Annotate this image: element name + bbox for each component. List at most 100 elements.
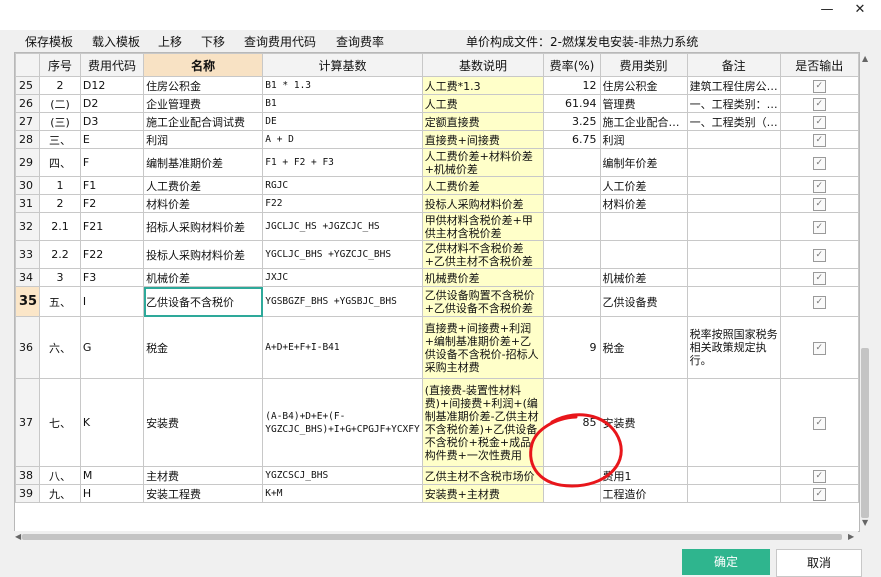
name-cell[interactable]: 施工企业配合调试费	[143, 112, 264, 131]
note-cell[interactable]	[686, 148, 781, 177]
name-cell[interactable]: 乙供设备不含税价	[143, 286, 264, 317]
output-cell[interactable]: ✓	[779, 76, 859, 95]
fee-category-cell[interactable]: 安装费	[599, 378, 688, 467]
fee-category-cell[interactable]: 材料价差	[599, 194, 688, 213]
seq-cell[interactable]: 三、	[39, 130, 81, 149]
fee-category-cell[interactable]: 机械价差	[599, 268, 688, 287]
table-row[interactable]: 31 2 F2 材料价差 F22 投标人采购材料价差 材料价差 ✓	[15, 194, 859, 213]
name-cell[interactable]: 主材费	[143, 466, 264, 485]
output-checkbox[interactable]: ✓	[812, 80, 826, 93]
header-base-desc[interactable]: 基数说明	[421, 53, 545, 77]
output-cell[interactable]: ✓	[779, 176, 859, 195]
scroll-right-icon[interactable]: ▶	[848, 532, 854, 541]
table-row[interactable]: 27 (三) D3 施工企业配合调试费 DE 定额直接费 3.25 施工企业配合… 一、工程类别…	[15, 112, 859, 131]
output-checkbox[interactable]: ✓	[812, 98, 826, 111]
rate-cell[interactable]: 3.25	[543, 112, 601, 131]
note-cell[interactable]	[686, 484, 781, 503]
load-template-button[interactable]: 载入模板	[92, 33, 140, 50]
output-checkbox[interactable]: ✓	[812, 198, 826, 211]
table-row[interactable]: 32 2.1 F21 招标人采购材料价差 JGCLJC_HS +JGZCJC_HS 甲供材…	[15, 212, 859, 241]
name-cell[interactable]: 企业管理费	[143, 94, 264, 113]
fee-category-cell[interactable]: 税金	[599, 316, 688, 379]
output-checkbox[interactable]: ✓	[812, 342, 826, 355]
output-checkbox[interactable]: ✓	[812, 180, 826, 193]
name-cell[interactable]: 材料价差	[143, 194, 264, 213]
seq-cell[interactable]: 八、	[39, 466, 81, 485]
calc-base-cell[interactable]: YGCLJC_BHS +YGZCJC_BHS	[262, 240, 423, 269]
seq-cell[interactable]: (三)	[39, 112, 81, 131]
horizontal-scroll-thumb[interactable]	[22, 534, 842, 540]
rate-cell[interactable]	[543, 268, 601, 287]
table-row[interactable]: 35 五、 I 乙供设备不含税价 YGSBGZF_BHS +YGSBJC_BHS 乙供设备…	[15, 286, 859, 317]
name-cell[interactable]: 编制基准期价差	[143, 148, 264, 177]
fee-code-cell[interactable]: D12	[79, 76, 145, 95]
calc-base-cell[interactable]: (A-B4)+D+E+(F-YGZCJC_BHS)+I+G+CPGJF+YCXF…	[262, 378, 423, 467]
fee-category-cell[interactable]	[599, 212, 688, 241]
name-cell[interactable]: 机械价差	[143, 268, 264, 287]
seq-cell[interactable]: 五、	[39, 286, 81, 317]
output-cell[interactable]: ✓	[779, 466, 859, 485]
rate-cell[interactable]: 9	[543, 316, 601, 379]
output-checkbox[interactable]: ✓	[812, 157, 826, 170]
output-cell[interactable]: ✓	[779, 484, 859, 503]
rate-cell[interactable]: 12	[543, 76, 601, 95]
header-fee-code[interactable]: 费用代码	[79, 53, 145, 77]
calc-base-cell[interactable]: A + D	[262, 130, 423, 149]
note-cell[interactable]: 一、工程类别：…	[686, 94, 781, 113]
seq-cell[interactable]: 2.1	[39, 212, 81, 241]
fee-category-cell[interactable]: 费用1	[599, 466, 688, 485]
seq-cell[interactable]: 六、	[39, 316, 81, 379]
calc-base-cell[interactable]: A+D+E+F+I-B41	[262, 316, 423, 379]
header-seq[interactable]: 序号	[39, 53, 81, 77]
scroll-up-icon[interactable]: ▲	[862, 54, 868, 63]
rate-cell[interactable]	[543, 148, 601, 177]
calc-base-cell[interactable]: RGJC	[262, 176, 423, 195]
fee-code-cell[interactable]: F3	[79, 268, 145, 287]
output-cell[interactable]: ✓	[779, 112, 859, 131]
note-cell[interactable]	[686, 240, 781, 269]
scroll-down-icon[interactable]: ▼	[862, 518, 868, 527]
table-row[interactable]: 28 三、 E 利润 A + D 直接费+间接费 6.75 利润 ✓	[15, 130, 859, 149]
table-row[interactable]: 30 1 F1 人工费价差 RGJC 人工费价差 人工价差 ✓	[15, 176, 859, 195]
note-cell[interactable]	[686, 378, 781, 467]
fee-category-cell[interactable]: 编制年价差	[599, 148, 688, 177]
seq-cell[interactable]: 2	[39, 194, 81, 213]
output-checkbox[interactable]: ✓	[812, 470, 826, 483]
calc-base-cell[interactable]: YGSBGZF_BHS +YGSBJC_BHS	[262, 286, 423, 317]
calc-base-cell[interactable]: DE	[262, 112, 423, 131]
rate-cell[interactable]	[543, 484, 601, 503]
header-calc-base[interactable]: 计算基数	[262, 53, 423, 77]
name-cell[interactable]: 安装费	[143, 378, 264, 467]
fee-category-cell[interactable]: 住房公积金	[599, 76, 688, 95]
output-checkbox[interactable]: ✓	[812, 417, 826, 430]
output-cell[interactable]: ✓	[779, 240, 859, 269]
fee-category-cell[interactable]: 管理费	[599, 94, 688, 113]
rate-cell[interactable]	[543, 212, 601, 241]
table-row[interactable]: 36 六、 G 税金 A+D+E+F+I-B41 直接费+间接费+利润+编制基准期价差+乙…	[15, 316, 859, 379]
move-up-button[interactable]: 上移	[158, 33, 182, 50]
output-checkbox[interactable]: ✓	[812, 296, 826, 309]
horizontal-scrollbar[interactable]: ◀ ▶	[14, 531, 858, 543]
save-template-button[interactable]: 保存模板	[25, 33, 73, 50]
output-cell[interactable]: ✓	[779, 316, 859, 379]
calc-base-cell[interactable]: K+M	[262, 484, 423, 503]
fee-code-cell[interactable]: F2	[79, 194, 145, 213]
output-cell[interactable]: ✓	[779, 130, 859, 149]
note-cell[interactable]	[686, 268, 781, 287]
output-cell[interactable]: ✓	[779, 194, 859, 213]
fee-code-cell[interactable]: F22	[79, 240, 145, 269]
calc-base-cell[interactable]: B1	[262, 94, 423, 113]
fee-category-cell[interactable]: 乙供设备费	[599, 286, 688, 317]
seq-cell[interactable]: 七、	[39, 378, 81, 467]
note-cell[interactable]	[686, 176, 781, 195]
note-cell[interactable]	[686, 212, 781, 241]
table-row[interactable]: 38 八、 M 主材费 YGZCSCJ_BHS 乙供主材不含税市场价 费用1 ✓	[15, 466, 859, 485]
scroll-left-icon[interactable]: ◀	[15, 532, 21, 541]
seq-cell[interactable]: 1	[39, 176, 81, 195]
rate-cell[interactable]	[543, 466, 601, 485]
name-cell[interactable]: 投标人采购材料价差	[143, 240, 264, 269]
note-cell[interactable]	[686, 130, 781, 149]
seq-cell[interactable]: (二)	[39, 94, 81, 113]
fee-category-cell[interactable]: 工程造价	[599, 484, 688, 503]
rate-cell[interactable]: 61.94	[543, 94, 601, 113]
